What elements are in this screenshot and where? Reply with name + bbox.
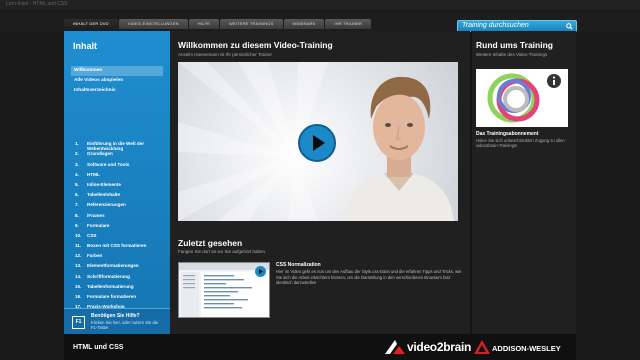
chapter-item[interactable]: 6. Tabellenlnhalte <box>75 192 161 202</box>
video-player[interactable] <box>178 62 458 221</box>
tab-inhalt[interactable]: Inhalt der DVD <box>64 19 118 29</box>
video2brain-logo-icon <box>385 340 405 354</box>
right-subtitle: Weitere Inhalte des Video-Trainings <box>476 52 548 57</box>
chapter-item[interactable]: 16. Formulare formatieren <box>75 294 161 304</box>
chapter-item[interactable]: 5. Inline-Elemente <box>75 182 161 192</box>
window-title: Lern-Insel - HTML und CSS <box>6 1 68 7</box>
tab-hilfe[interactable]: Hilfe <box>188 19 220 29</box>
recent-item-description: Hier im Video geht es nun um den Aufbau … <box>276 269 462 286</box>
play-icon <box>313 135 325 151</box>
addison-wesley-logo-icon <box>474 340 490 354</box>
chapter-item[interactable]: 15. Tabellenformatierung <box>75 284 161 294</box>
right-gutter <box>577 31 640 360</box>
page-title: Willkommen zu diesem Video-Training <box>178 40 333 50</box>
right-panel: Rund ums Training Weitere Inhalte des Vi… <box>471 31 576 334</box>
subscription-rings-icon <box>487 73 561 123</box>
sidebar-title: Inhalt <box>73 41 97 51</box>
recent-video-thumbnail[interactable] <box>178 262 270 318</box>
chapter-item[interactable]: 7. Referenzierungen <box>75 202 161 212</box>
chapter-item[interactable]: 1. Einführung in die Welt der Webentwickl… <box>75 141 161 151</box>
tab-webinare[interactable]: Webinare <box>283 19 325 29</box>
video2brain-logo: video2brain <box>407 340 472 354</box>
help-title: Benötigen Sie Hilfe? <box>91 313 140 319</box>
chapter-item[interactable]: 9. Formulare <box>75 223 161 233</box>
help-box[interactable]: F1 Benötigen Sie Hilfe? Klicken Sie hier… <box>64 308 170 334</box>
page-subtitle: Anselm Hannemann ist Ihr persönlicher Tr… <box>178 52 273 57</box>
recent-title: Zuletzt gesehen <box>178 238 243 248</box>
right-title: Rund ums Training <box>476 40 553 50</box>
thumbnail-play-icon[interactable] <box>255 266 266 277</box>
tab-video-einstellungen[interactable]: Video-Einstellungen <box>118 19 188 29</box>
chapter-item[interactable]: 4. HTML <box>75 172 161 182</box>
nav-item-willkommen[interactable]: Willkommen <box>71 66 163 76</box>
play-button[interactable] <box>298 124 336 162</box>
info-icon <box>547 74 561 88</box>
sidebar-nav: Willkommen Alle Videos abspielen Inhalts… <box>71 66 163 96</box>
chapter-item[interactable]: 10. CSS <box>75 233 161 243</box>
search-icon[interactable] <box>566 23 573 30</box>
top-bar: Inhalt der DVD Video-Einstellungen Hilfe… <box>0 9 640 32</box>
addison-wesley-logo: ADDISON-WESLEY <box>492 344 561 353</box>
subscription-title[interactable]: Das Trainingsabonnement <box>476 131 539 137</box>
chapter-item[interactable]: 3. Software und Tools <box>75 162 161 172</box>
sidebar: Inhalt Willkommen Alle Videos abspielen … <box>64 31 231 360</box>
chapter-item[interactable]: 13. Elementformatierungen <box>75 263 161 273</box>
chapter-item[interactable]: 2. Grundlagen <box>75 151 161 161</box>
subscription-description: Holen Sie sich unbeschränkten Zugang zu … <box>476 138 565 149</box>
recent-item-title[interactable]: CSS Normalization <box>276 262 321 268</box>
trainer-portrait <box>345 76 454 221</box>
window-titlebar: Lern-Insel - HTML und CSS <box>0 0 640 9</box>
course-title: HTML und CSS <box>73 344 124 351</box>
nav-item-alle-videos[interactable]: Alle Videos abspielen <box>71 76 163 86</box>
chapter-item[interactable]: 12. Farben <box>75 253 161 263</box>
recent-subtitle: Fangen Sie dort an wo Sie aufgehört habe… <box>178 249 266 254</box>
help-text: Klicken Sie hier, oder nutzen Sie die F1… <box>91 320 159 330</box>
chapter-item[interactable]: 11. Boxen mit CSS formatieren <box>75 243 161 253</box>
chapter-item[interactable]: 8. iFrames <box>75 213 161 223</box>
subscription-image[interactable] <box>476 69 568 127</box>
tab-bar: Inhalt der DVD Video-Einstellungen Hilfe… <box>64 19 372 29</box>
tab-weitere-trainings[interactable]: Weitere Trainings <box>220 19 283 29</box>
footer: HTML und CSS video2brain ADDISON-WESLEY <box>64 334 576 360</box>
search-placeholder: Training durchsuchen <box>462 22 529 29</box>
tab-ihr-trainer[interactable]: Ihr Trainer <box>325 19 372 29</box>
chapter-list: 1. Einführung in die Welt der Webentwickl… <box>75 141 161 314</box>
nav-item-inhaltsverzeichnis[interactable]: Inhaltsverzeichnis <box>71 86 163 96</box>
left-gutter <box>0 31 64 360</box>
f1-key-icon: F1 <box>72 316 85 329</box>
main-panel: Willkommen zu diesem Video-Training Anse… <box>170 31 470 334</box>
chapter-item[interactable]: 14. Schriftformatierung <box>75 274 161 284</box>
